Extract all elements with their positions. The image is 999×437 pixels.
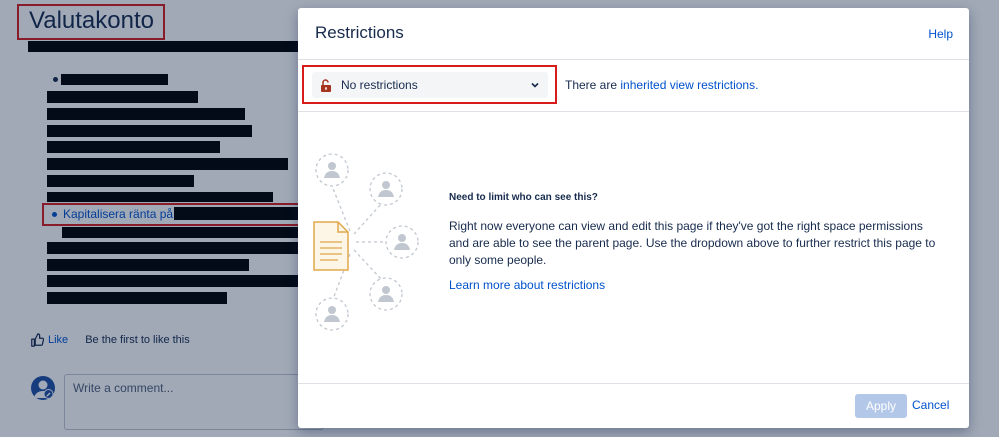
restrictions-dialog: Restrictions Help No restrictions There … <box>298 8 969 428</box>
inherited-restrictions-text: There are inherited view restrictions. <box>565 78 758 92</box>
inherited-restrictions-link[interactable]: inherited view restrictions. <box>620 78 758 92</box>
inherited-prefix: There are <box>565 78 618 92</box>
sharing-illustration-icon <box>313 153 419 331</box>
select-divider <box>298 111 969 112</box>
info-panel: Need to limit who can see this? Right no… <box>449 192 949 292</box>
restriction-select[interactable]: No restrictions <box>312 72 548 98</box>
select-value: No restrictions <box>341 78 418 92</box>
info-body: Right now everyone can view and edit thi… <box>449 219 936 267</box>
header-divider <box>298 59 969 60</box>
help-link[interactable]: Help <box>928 27 953 41</box>
footer-divider <box>298 383 969 384</box>
dialog-header: Restrictions Help <box>298 8 969 60</box>
dialog-title: Restrictions <box>315 23 404 42</box>
learn-more-link[interactable]: Learn more about restrictions <box>449 278 949 292</box>
info-heading: Need to limit who can see this? <box>449 192 598 203</box>
unlocked-lock-icon <box>321 78 331 92</box>
cancel-button[interactable]: Cancel <box>912 398 949 412</box>
chevron-down-icon <box>531 82 539 88</box>
apply-button[interactable]: Apply <box>855 394 907 418</box>
